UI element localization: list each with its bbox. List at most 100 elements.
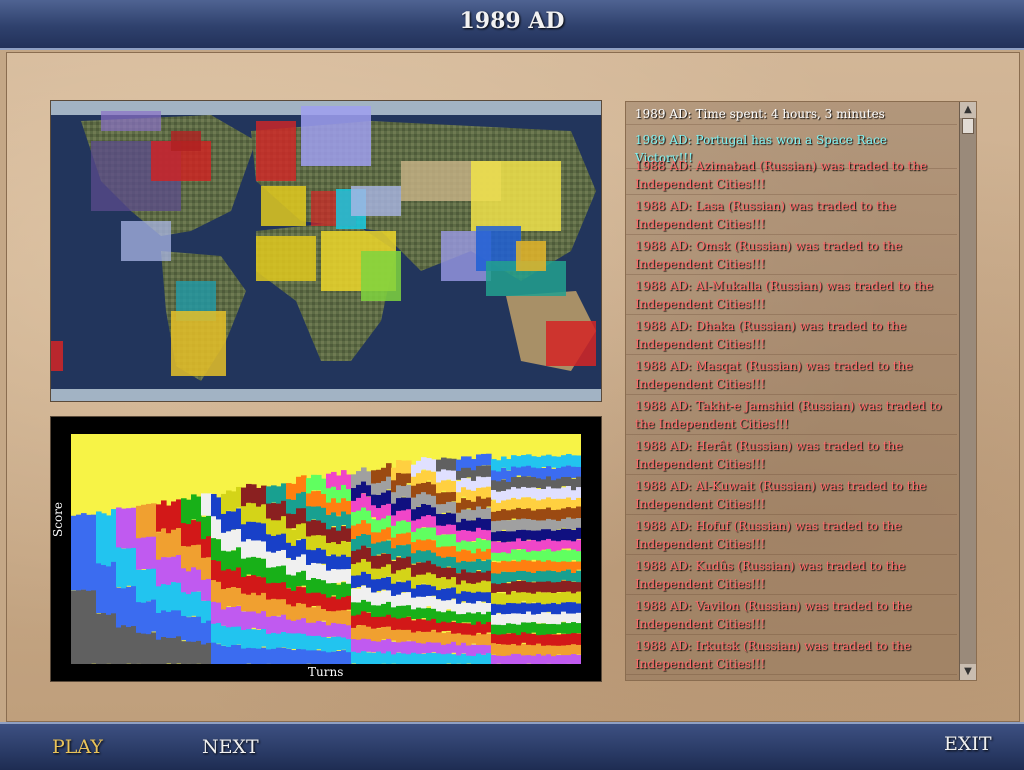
graph-band xyxy=(571,642,577,655)
next-button[interactable]: NEXT xyxy=(202,736,259,758)
graph-band xyxy=(496,572,502,585)
graph-band xyxy=(96,561,102,614)
graph-band xyxy=(441,588,447,601)
graph-band xyxy=(131,585,137,627)
graph-band xyxy=(476,547,482,560)
graph-band xyxy=(311,562,317,578)
graph-band xyxy=(521,559,527,571)
graph-band xyxy=(491,541,497,553)
graph-band xyxy=(486,652,492,664)
graph-band xyxy=(376,628,382,642)
graph-band xyxy=(401,556,407,570)
graph-band xyxy=(486,633,492,646)
event-log-scrollbar[interactable]: ▲ ▼ xyxy=(959,102,976,680)
graph-band xyxy=(556,592,562,605)
graph-band xyxy=(281,498,287,517)
graph-band xyxy=(361,585,367,600)
graph-band xyxy=(276,647,282,664)
graph-band xyxy=(476,621,482,633)
graph-band xyxy=(186,522,192,547)
graph-band xyxy=(521,485,527,498)
scroll-up-arrow-icon[interactable]: ▲ xyxy=(960,102,976,118)
graph-band xyxy=(556,612,562,625)
graph-band xyxy=(406,496,412,510)
graph-band xyxy=(371,639,377,653)
graph-band xyxy=(291,543,297,560)
graph-band xyxy=(236,624,242,645)
graph-band xyxy=(211,515,217,539)
graph-band xyxy=(341,582,347,598)
graph-band xyxy=(546,454,552,467)
graph-band xyxy=(531,633,537,646)
graph-band xyxy=(451,469,457,481)
graph-band xyxy=(491,488,497,500)
graph-band xyxy=(541,570,547,582)
graph-band xyxy=(306,534,312,550)
graph-band xyxy=(481,497,487,509)
graph-band xyxy=(476,633,482,646)
graph-band xyxy=(171,553,177,583)
graph-band xyxy=(541,509,547,521)
graph-band xyxy=(576,611,581,624)
graph-band xyxy=(496,491,502,503)
graph-band xyxy=(466,611,472,623)
graph-band xyxy=(206,598,212,621)
graph-band xyxy=(176,554,182,583)
graph-band xyxy=(286,541,292,558)
graph-band xyxy=(251,556,257,576)
graph-band xyxy=(346,569,352,584)
event-log-item: 1988 AD: Omsk (Russian) was traded to th… xyxy=(626,236,957,275)
graph-band xyxy=(516,592,522,604)
graph-band xyxy=(351,537,357,551)
graph-band xyxy=(476,454,482,466)
graph-band xyxy=(341,650,347,664)
graph-band xyxy=(261,504,267,524)
graph-band xyxy=(416,562,422,575)
graph-band xyxy=(131,545,137,587)
graph-band xyxy=(186,546,192,572)
graph-band xyxy=(226,644,232,664)
graph-band xyxy=(251,521,257,541)
graph-band xyxy=(361,637,367,652)
graph-band xyxy=(571,466,577,478)
graph-band xyxy=(576,527,581,539)
graph-band xyxy=(301,475,307,492)
graph-band xyxy=(506,470,512,482)
graph-band xyxy=(206,578,212,601)
graph-band xyxy=(516,652,522,664)
scroll-thumb[interactable] xyxy=(962,118,974,134)
graph-band xyxy=(436,599,442,612)
event-log[interactable]: 1989 AD: Time spent: 4 hours, 3 minutes 1… xyxy=(625,101,977,681)
graph-band xyxy=(421,491,427,504)
graph-band xyxy=(431,540,437,553)
graph-band xyxy=(521,580,527,593)
play-button[interactable]: PLAY xyxy=(52,736,103,758)
graph-band xyxy=(571,602,577,614)
scroll-down-arrow-icon[interactable]: ▼ xyxy=(960,664,976,680)
graph-band xyxy=(206,534,212,558)
graph-band xyxy=(391,561,397,574)
graph-band xyxy=(526,507,532,519)
graph-band xyxy=(301,569,307,586)
graph-band xyxy=(306,577,312,594)
graph-band xyxy=(221,512,227,533)
graph-band xyxy=(216,644,222,664)
graph-band xyxy=(266,582,272,600)
graph-band xyxy=(471,613,477,625)
graph-band xyxy=(421,584,427,597)
graph-band xyxy=(476,476,482,488)
graph-band xyxy=(291,650,297,664)
graph-band xyxy=(131,623,137,664)
graph-band xyxy=(156,638,162,664)
graph-band xyxy=(336,554,342,570)
graph-band xyxy=(241,611,247,631)
graph-band xyxy=(506,621,512,634)
graph-band xyxy=(486,453,492,466)
graph-band xyxy=(126,545,132,586)
graph-band xyxy=(356,471,362,485)
graph-band xyxy=(511,519,517,532)
graph-band xyxy=(511,465,517,478)
graph-band xyxy=(331,497,337,513)
graph-band xyxy=(506,560,512,573)
exit-button[interactable]: EXIT xyxy=(944,733,992,755)
